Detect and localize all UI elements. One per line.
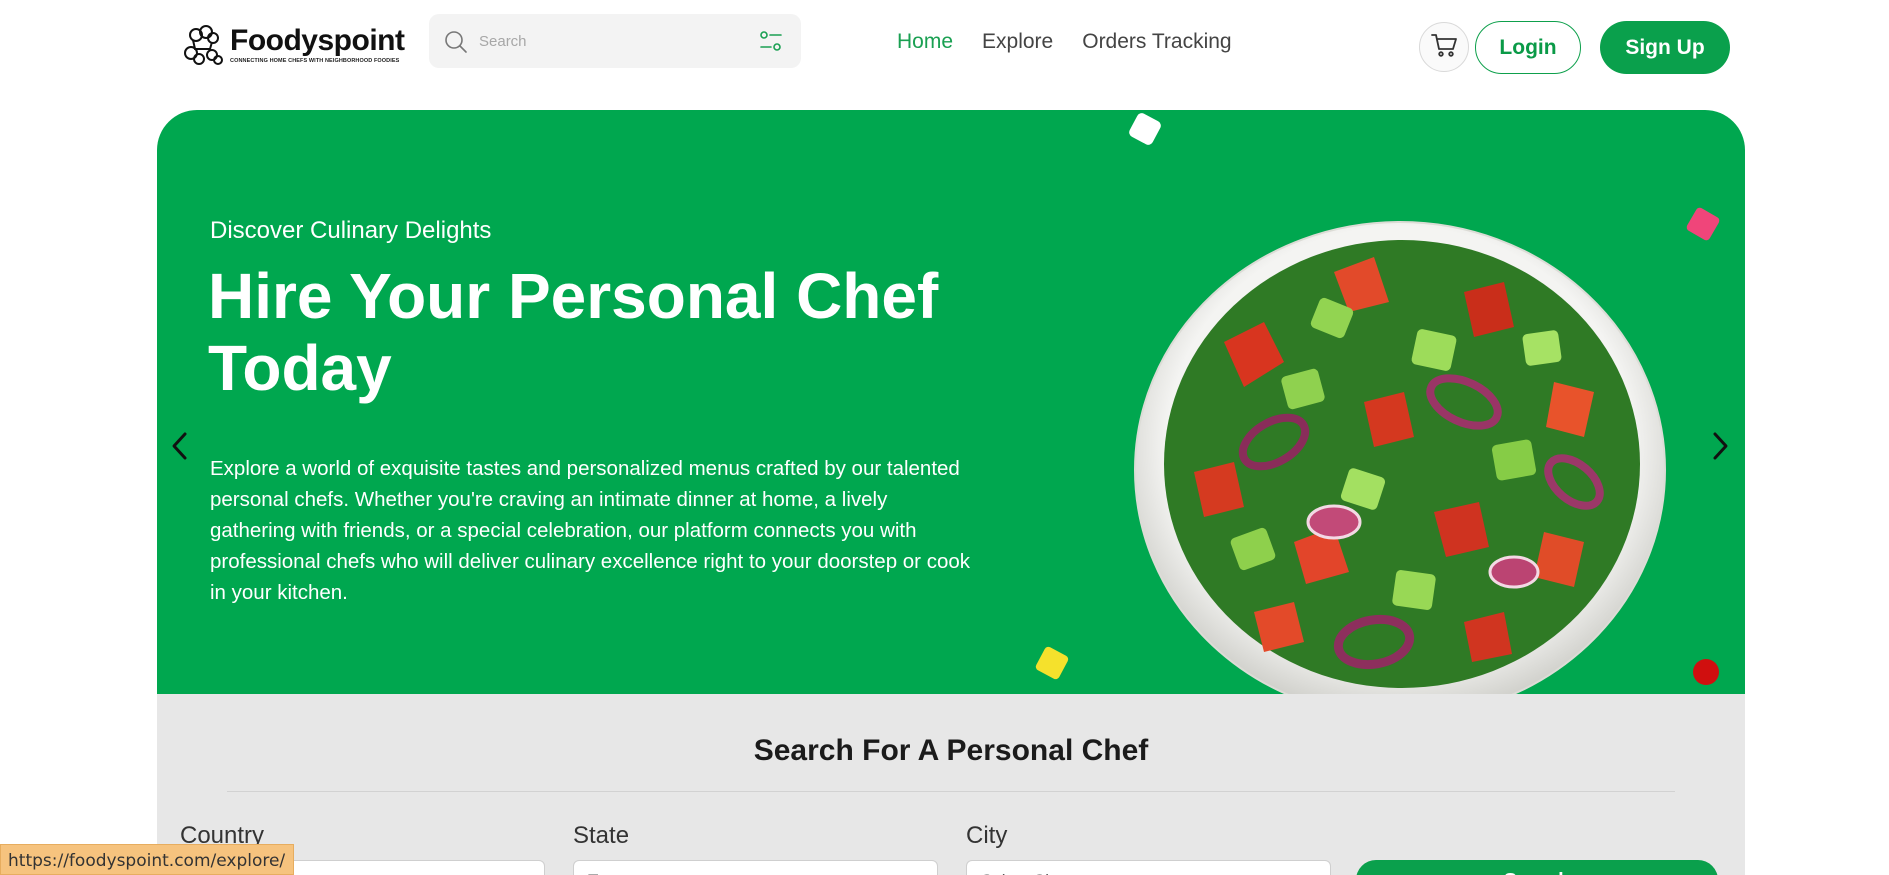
top-header: Foodyspoint CONNECTING HOME CHEFS WITH N… <box>0 0 1889 92</box>
state-label: State <box>573 822 630 849</box>
signup-button[interactable]: Sign Up <box>1600 21 1730 74</box>
confetti-square-yellow <box>1034 645 1070 681</box>
status-bar-url: https://foodyspoint.com/explore/ <box>0 844 295 875</box>
chevron-right-icon <box>1713 432 1728 460</box>
chevron-left-icon <box>172 432 187 460</box>
filter-icon[interactable] <box>758 28 784 54</box>
search-button[interactable]: Search <box>1356 860 1718 875</box>
logo[interactable]: Foodyspoint CONNECTING HOME CHEFS WITH N… <box>182 22 405 68</box>
nav-home[interactable]: Home <box>897 30 953 60</box>
confetti-dot-red <box>1693 659 1719 685</box>
confetti-square-white <box>1127 111 1163 147</box>
search-input[interactable] <box>479 26 719 56</box>
logo-name: Foodyspoint <box>230 24 405 57</box>
state-select[interactable]: Te <box>573 860 938 875</box>
salad-bowl-image <box>1134 212 1666 720</box>
page: Foodyspoint CONNECTING HOME CHEFS WITH N… <box>0 0 1889 875</box>
nav-explore[interactable]: Explore <box>982 30 1053 60</box>
confetti-square-pink <box>1685 206 1721 242</box>
search-icon <box>443 29 469 55</box>
city-select[interactable]: Select City <box>966 860 1331 875</box>
section-divider <box>227 791 1675 792</box>
login-button[interactable]: Login <box>1475 21 1581 74</box>
hero-description: Explore a world of exquisite tastes and … <box>210 457 971 604</box>
section-title: Search For A Personal Chef <box>753 734 1149 767</box>
logo-tagline: CONNECTING HOME CHEFS WITH NEIGHBORHOOD … <box>230 58 400 64</box>
chef-hat-logo-icon <box>182 23 226 67</box>
search-bar <box>429 14 801 68</box>
logo-text: Foodyspoint CONNECTING HOME CHEFS WITH N… <box>230 24 405 65</box>
cart-button[interactable] <box>1419 22 1469 72</box>
chef-search-section: Search For A Personal Chef Country State… <box>157 694 1745 875</box>
hero-title: Hire Your Personal Chef Today <box>208 260 939 404</box>
nav-orders-tracking[interactable]: Orders Tracking <box>1082 30 1231 60</box>
carousel-prev-button[interactable] <box>165 426 195 466</box>
hero-eyebrow: Discover Culinary Delights <box>210 217 492 244</box>
cart-icon <box>1430 32 1458 63</box>
main-nav: Home Explore Orders Tracking <box>897 30 1232 60</box>
carousel-next-button[interactable] <box>1705 426 1735 466</box>
city-label: City <box>966 822 1008 849</box>
